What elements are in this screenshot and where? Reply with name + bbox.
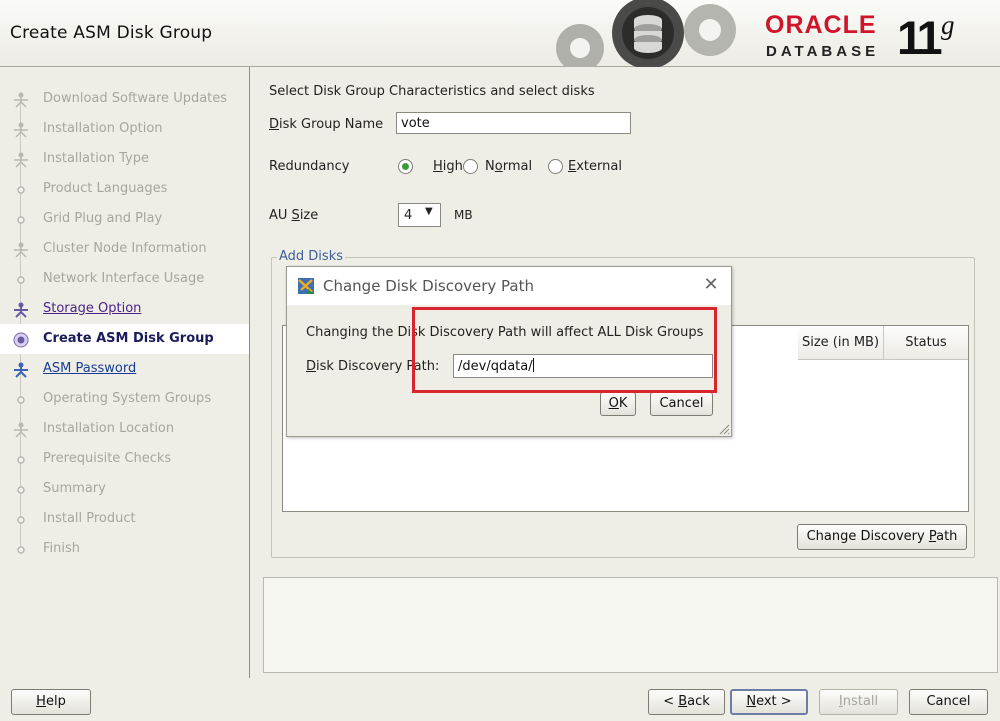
step-dot-icon	[17, 546, 25, 554]
ok-button[interactable]: OK	[600, 392, 636, 416]
au-size-select[interactable]: 4 ▼	[398, 203, 441, 227]
install-button[interactable]: Install	[819, 689, 898, 715]
sidebar-step[interactable]: Storage Option	[0, 294, 249, 324]
version-logo-suffix: g	[941, 10, 955, 40]
sidebar-step-label: ASM Password	[43, 361, 137, 376]
sidebar-step-label: Operating System Groups	[43, 391, 212, 406]
sidebar-step-label: Installation Location	[43, 421, 175, 436]
sidebar-step-label: Installation Option	[43, 121, 163, 136]
step-figure-icon	[14, 122, 28, 138]
sidebar-step: Create ASM Disk Group	[0, 324, 249, 354]
dialog-title: Change Disk Discovery Path	[323, 277, 535, 295]
redundancy-radio[interactable]	[463, 159, 478, 174]
step-figure-icon	[14, 92, 28, 108]
disk-group-name-input[interactable]: vote	[396, 112, 631, 134]
step-dot-icon	[17, 516, 25, 524]
redundancy-option-label[interactable]: External	[568, 159, 622, 174]
au-size-label: AU Size	[269, 208, 319, 223]
page-title: Create ASM Disk Group	[10, 23, 213, 43]
sidebar-step-label: Grid Plug and Play	[43, 211, 163, 226]
version-logo-number: 11	[897, 11, 943, 64]
sidebar-step-label: Product Languages	[43, 181, 168, 196]
gears-db-icon	[556, 0, 736, 67]
intro-text: Select Disk Group Characteristics and se…	[269, 84, 595, 99]
messages-pane	[263, 577, 998, 673]
sidebar-step-label: Installation Type	[43, 151, 149, 166]
sidebar-step: Finish	[0, 534, 249, 564]
step-figure-icon	[14, 242, 28, 258]
step-dot-icon	[17, 186, 25, 194]
au-size-value: 4	[404, 208, 413, 223]
database-logo-text: DATABASE	[766, 43, 880, 60]
header-bar: Create ASM Disk Group ORACLE DATABASE 11…	[0, 0, 1000, 67]
column-header-status[interactable]: Status	[884, 326, 968, 360]
cancel-button[interactable]: Cancel	[909, 689, 988, 715]
step-figure-icon	[14, 422, 28, 438]
sidebar-step: Network Interface Usage	[0, 264, 249, 294]
au-size-unit: MB	[454, 208, 473, 222]
next-button[interactable]: Next >	[730, 689, 808, 715]
dialog-cancel-button[interactable]: Cancel	[650, 392, 713, 416]
redundancy-label: Redundancy	[269, 159, 350, 174]
sidebar-step-label: Summary	[43, 481, 106, 496]
sidebar-step: Install Product	[0, 504, 249, 534]
help-button[interactable]: Help	[11, 689, 91, 715]
chevron-down-icon: ▼	[425, 206, 433, 217]
sidebar-step: Operating System Groups	[0, 384, 249, 414]
back-button[interactable]: < Back	[648, 689, 725, 715]
sidebar-step-label: Prerequisite Checks	[43, 451, 172, 466]
step-dot-icon	[17, 396, 25, 404]
java-app-icon	[298, 278, 314, 294]
red-highlight-box	[412, 307, 717, 393]
sidebar-step-label: Network Interface Usage	[43, 271, 205, 286]
sidebar-step-label: Create ASM Disk Group	[43, 331, 214, 346]
sidebar-step: Prerequisite Checks	[0, 444, 249, 474]
sidebar-step: Product Languages	[0, 174, 249, 204]
step-dot-icon	[17, 456, 25, 464]
column-header-size[interactable]: Size (in MB)	[798, 326, 884, 360]
sidebar-step: Cluster Node Information	[0, 234, 249, 264]
add-disks-legend: Add Disks	[277, 249, 345, 264]
step-figure-icon	[14, 152, 28, 168]
redundancy-radio[interactable]	[548, 159, 563, 174]
sidebar-step: Summary	[0, 474, 249, 504]
sidebar-step: Installation Type	[0, 144, 249, 174]
sidebar-step-label: Install Product	[43, 511, 136, 526]
sidebar-step-label: Finish	[43, 541, 81, 556]
close-icon[interactable]: ✕	[701, 276, 721, 296]
sidebar-step: Grid Plug and Play	[0, 204, 249, 234]
sidebar-step-label: Storage Option	[43, 301, 142, 316]
step-dot-icon	[17, 276, 25, 284]
resize-grip-icon[interactable]	[718, 423, 730, 435]
sidebar-step: Installation Option	[0, 114, 249, 144]
step-figure-icon	[14, 362, 28, 378]
sidebar-step-label: Download Software Updates	[43, 91, 228, 106]
sidebar-step: Download Software Updates	[0, 84, 249, 114]
steps-sidebar: Download Software Updates Installation Op…	[0, 67, 250, 678]
sidebar-step-label: Cluster Node Information	[43, 241, 207, 256]
disk-group-name-label: Disk Group Name	[269, 117, 384, 132]
sidebar-step: Installation Location	[0, 414, 249, 444]
step-dot-icon	[17, 216, 25, 224]
sidebar-step[interactable]: ASM Password	[0, 354, 249, 384]
dialog-titlebar[interactable]: Change Disk Discovery Path ✕	[287, 267, 731, 305]
change-discovery-path-button[interactable]: Change Discovery Path	[797, 524, 967, 550]
step-figure-icon	[14, 302, 28, 318]
step-dot-icon	[17, 486, 25, 494]
oracle-logo-text: ORACLE	[765, 11, 877, 39]
redundancy-radio[interactable]	[398, 159, 413, 174]
redundancy-option-label[interactable]: High	[433, 159, 463, 174]
redundancy-option-label[interactable]: Normal	[485, 159, 532, 174]
current-step-icon	[13, 332, 29, 348]
bottom-button-bar: Help < Back Next > Install Cancel	[0, 678, 1000, 721]
